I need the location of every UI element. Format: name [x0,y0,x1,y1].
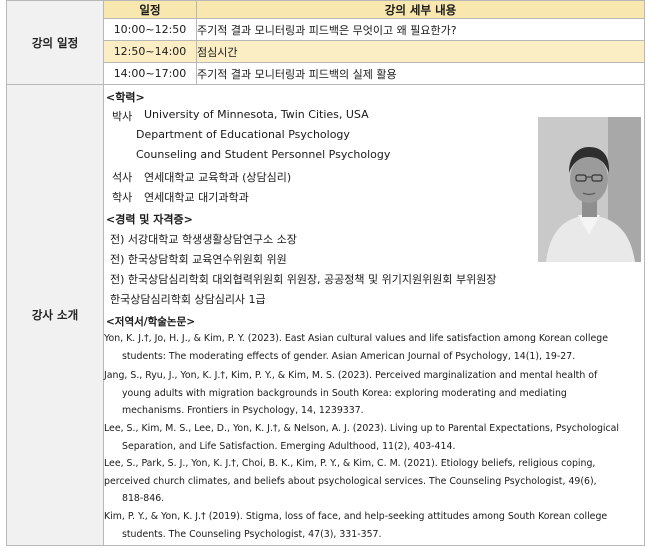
publication-line: young adults with migration backgrounds … [122,387,567,399]
schedule-time: 14:00~17:00 [103,62,197,85]
portrait-image [538,117,641,262]
career-title: <경력 및 자격증> [106,213,193,226]
instructor-label: 강사 소개 [6,84,104,546]
career-item: 한국상담심리학회 상담심리사 1급 [110,293,266,306]
degree-ms-line: 연세대학교 교육학과 (상담심리) [144,171,292,184]
schedule-detail: 점심시간 [196,40,645,63]
schedule-header-time: 일정 [103,0,197,19]
schedule-time: 10:00~12:50 [103,18,197,41]
schedule-time: 12:50~14:00 [103,40,197,63]
degree-phd: 박사 [112,110,133,123]
publication-line: mechanisms. Frontiers in Psychology, 14,… [122,405,364,416]
education-title: <학력> [106,91,145,104]
degree-phd-line: University of Minnesota, Twin Cities, US… [144,108,369,121]
publication-line: Kim, P. Y., & Yon, K. J.† (2019). Stigma… [104,511,608,522]
publication-line: Lee, S., Kim, M. S., Lee, D., Yon, K. J.… [104,423,620,434]
instructor-intro: <학력> 박사 University of Minnesota, Twin Ci… [103,84,645,546]
publications-title: <저역서/학술논문> [106,316,196,328]
degree-phd-line: Department of Educational Psychology [136,128,350,141]
publication-item: Lee, S., Park, S. J., Yon, K. J.†, Choi,… [104,455,634,508]
publication-line: students. The Counseling Psychologist, 4… [122,528,382,540]
instructor-photo [538,117,641,262]
course-info-table: 강의 일정 일정 강의 세부 내용 10:00~12:50 주기적 결과 모니터… [6,0,645,546]
degree-ms: 석사 [112,171,133,184]
publication-line: students: The moderating effects of gend… [122,350,576,362]
degree-ba-line: 연세대학교 대기과학과 [144,191,249,204]
publication-line: Lee, S., Park, S. J., Yon, K. J.†, Choi,… [104,458,596,469]
publication-item: Lee, S., Kim, M. S., Lee, D., Yon, K. J.… [104,420,634,455]
publication-line: 818-846. [122,493,165,504]
degree-ba: 학사 [112,191,133,204]
publication-line: perceived church climates, and beliefs a… [104,475,597,487]
publication-line: Separation, and Life Satisfaction. Emerg… [122,440,456,452]
schedule-detail: 주기적 결과 모니터링과 피드백은 무엇이고 왜 필요한가? [196,18,645,41]
publication-item: Yon, K. J.†, Jo, H. J., & Kim, P. Y. (20… [104,330,634,365]
publication-item: Kim, P. Y., & Yon, K. J.† (2019). Stigma… [104,508,634,543]
schedule-detail: 주기적 결과 모니터링과 피드백의 실제 활용 [196,62,645,85]
schedule-label: 강의 일정 [6,0,104,85]
career-item: 전) 서강대학교 학생생활상담연구소 소장 [110,233,297,246]
page: 강의 일정 일정 강의 세부 내용 10:00~12:50 주기적 결과 모니터… [0,0,650,551]
publication-line: Yon, K. J.†, Jo, H. J., & Kim, P. Y. (20… [104,333,608,344]
degree-phd-line: Counseling and Student Personnel Psychol… [136,148,391,161]
career-item: 전) 한국상담심리학회 대외협력위원회 위원장, 공공정책 및 위기지원위원회 … [110,273,497,286]
publication-line: Jang, S., Ryu, J., Yon, K. J.†, Kim, P. … [104,370,598,381]
career-item: 전) 한국상담학회 교육연수위원회 위원 [110,253,287,266]
publication-item: Jang, S., Ryu, J., Yon, K. J.†, Kim, P. … [104,367,634,420]
schedule-header-detail: 강의 세부 내용 [196,0,645,19]
